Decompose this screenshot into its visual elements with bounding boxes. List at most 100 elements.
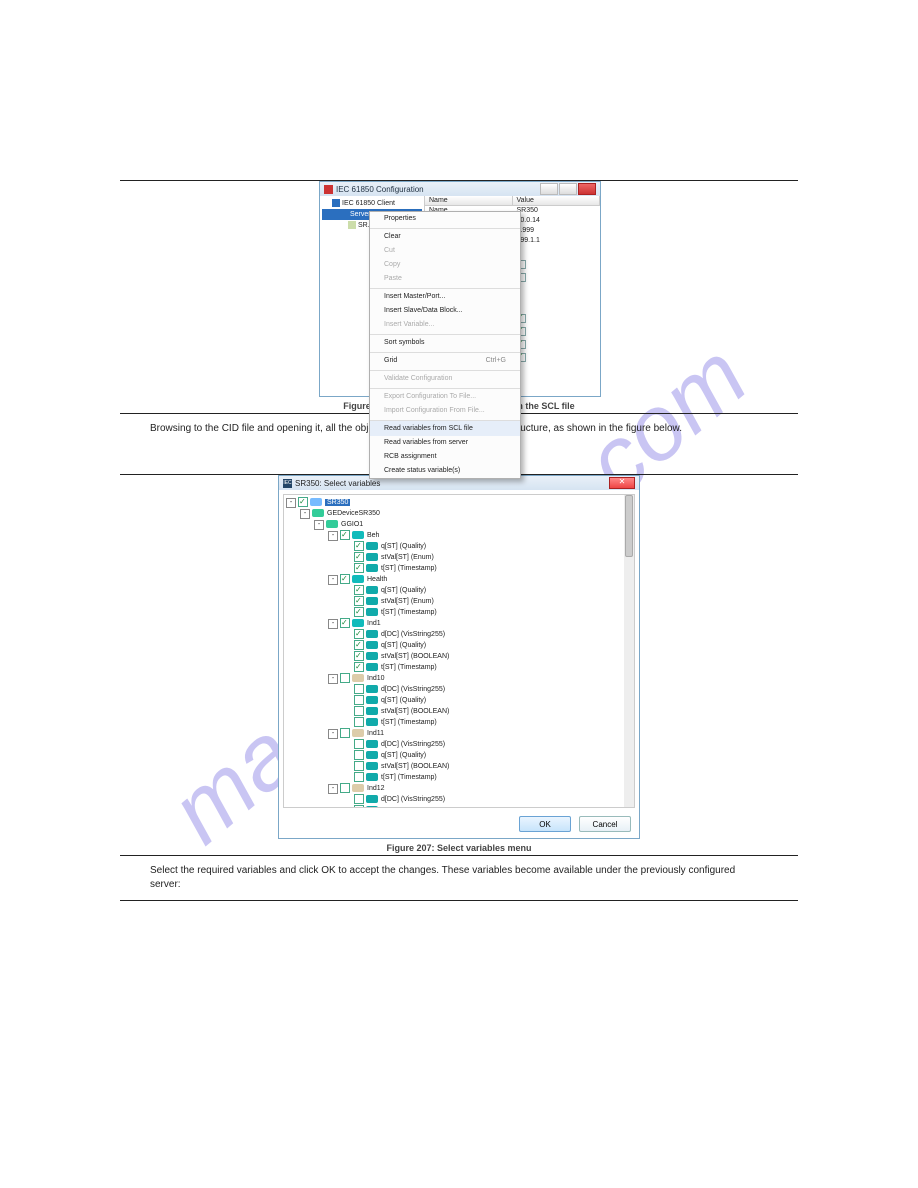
- tree-node[interactable]: -SR350: [286, 497, 632, 508]
- checkbox[interactable]: [354, 684, 364, 694]
- tree-node[interactable]: -Health: [286, 574, 632, 585]
- menu-sort[interactable]: Sort symbols: [370, 334, 520, 350]
- tree-node[interactable]: d[DC] (VisString255): [286, 684, 632, 695]
- tree-node[interactable]: t[ST] (Timestamp): [286, 772, 632, 783]
- checkbox[interactable]: [354, 794, 364, 804]
- attr-icon: [366, 751, 378, 759]
- tree-node[interactable]: q[ST] (Quality): [286, 750, 632, 761]
- checkbox[interactable]: [354, 596, 364, 606]
- menu-create-status[interactable]: Create status variable(s): [370, 464, 520, 478]
- checkbox[interactable]: [354, 585, 364, 595]
- folder-icon: [332, 199, 340, 207]
- tree-label: t[ST] (Timestamp): [381, 609, 437, 616]
- tree-node[interactable]: -Ind1: [286, 618, 632, 629]
- tree-node[interactable]: -Ind10: [286, 673, 632, 684]
- checkbox[interactable]: [354, 563, 364, 573]
- tree-node[interactable]: stVal[ST] (BOOLEAN): [286, 761, 632, 772]
- collapse-icon[interactable]: -: [328, 784, 338, 794]
- checkbox[interactable]: [340, 783, 350, 793]
- checkbox[interactable]: [354, 552, 364, 562]
- tree-node[interactable]: d[DC] (VisString255): [286, 629, 632, 640]
- collapse-icon[interactable]: -: [328, 674, 338, 684]
- ok-button[interactable]: OK: [519, 816, 571, 832]
- scrollbar[interactable]: [624, 495, 634, 807]
- tree-node[interactable]: d[DC] (VisString255): [286, 739, 632, 750]
- tree-node[interactable]: d[DC] (VisString255): [286, 794, 632, 805]
- checkbox[interactable]: [298, 497, 308, 507]
- tree-node[interactable]: stVal[ST] (BOOLEAN): [286, 651, 632, 662]
- tree-node[interactable]: stVal[ST] (BOOLEAN): [286, 706, 632, 717]
- app-icon: [324, 185, 333, 194]
- collapse-icon[interactable]: -: [328, 619, 338, 629]
- tree-label: GGIO1: [341, 521, 363, 528]
- checkbox[interactable]: [354, 761, 364, 771]
- tree-label: d[DC] (VisString255): [381, 796, 445, 803]
- checkbox[interactable]: [354, 640, 364, 650]
- collapse-icon[interactable]: -: [300, 509, 310, 519]
- checkbox[interactable]: [340, 673, 350, 683]
- collapse-icon[interactable]: -: [286, 498, 296, 508]
- maximize-button[interactable]: [559, 183, 577, 195]
- checkbox[interactable]: [354, 662, 364, 672]
- checkbox[interactable]: [354, 695, 364, 705]
- checkbox[interactable]: [354, 607, 364, 617]
- tree-node[interactable]: q[ST] (Quality): [286, 585, 632, 596]
- menu-read-server[interactable]: Read variables from server: [370, 436, 520, 450]
- driver-icon: [348, 221, 356, 229]
- tree-node[interactable]: t[ST] (Timestamp): [286, 607, 632, 618]
- checkbox[interactable]: [354, 541, 364, 551]
- minimize-button[interactable]: [540, 183, 558, 195]
- checkbox[interactable]: [354, 772, 364, 782]
- collapse-icon[interactable]: -: [314, 520, 324, 530]
- checkbox[interactable]: [354, 706, 364, 716]
- tree-node[interactable]: t[ST] (Timestamp): [286, 662, 632, 673]
- checkbox[interactable]: [340, 530, 350, 540]
- scroll-thumb[interactable]: [625, 495, 633, 557]
- checkbox[interactable]: [340, 574, 350, 584]
- collapse-icon[interactable]: -: [328, 575, 338, 585]
- tree-node[interactable]: q[ST] (Quality): [286, 805, 632, 808]
- menu-insert-slave[interactable]: Insert Slave/Data Block...: [370, 304, 520, 318]
- menu-insert-master[interactable]: Insert Master/Port...: [370, 288, 520, 304]
- node-icon: [352, 575, 364, 583]
- tree-label: d[DC] (VisString255): [381, 631, 445, 638]
- checkbox[interactable]: [354, 750, 364, 760]
- tree-node[interactable]: - GEDeviceSR350: [286, 508, 632, 519]
- tree-node[interactable]: q[ST] (Quality): [286, 541, 632, 552]
- tree-node[interactable]: - Ind11: [286, 728, 632, 739]
- var-tree[interactable]: -SR350-GEDeviceSR350-GGIO1-Behq[ST] (Qua…: [283, 494, 635, 808]
- tree-label: GEDeviceSR350: [327, 510, 380, 517]
- node-icon: [352, 619, 364, 627]
- checkbox[interactable]: [340, 728, 350, 738]
- checkbox[interactable]: [340, 618, 350, 628]
- tree-node[interactable]: t[ST] (Timestamp): [286, 563, 632, 574]
- cancel-button[interactable]: Cancel: [579, 816, 631, 832]
- tree-node[interactable]: stVal[ST] (Enum): [286, 552, 632, 563]
- close-button[interactable]: [578, 183, 596, 195]
- tree-node[interactable]: -Ind12: [286, 783, 632, 794]
- menu-read-scl[interactable]: Read variables from SCL file: [370, 420, 520, 436]
- checkbox[interactable]: [354, 717, 364, 727]
- checkbox[interactable]: [354, 651, 364, 661]
- tree-root[interactable]: IEC 61850 Client: [322, 198, 422, 209]
- menu-grid[interactable]: GridCtrl+G: [370, 352, 520, 368]
- tree-node[interactable]: - GGIO1: [286, 519, 632, 530]
- tree-label: Ind11: [367, 730, 384, 737]
- tree-node[interactable]: -Beh: [286, 530, 632, 541]
- attr-icon: [366, 564, 378, 572]
- checkbox[interactable]: [354, 629, 364, 639]
- menu-rcb[interactable]: RCB assignment: [370, 450, 520, 464]
- tree-node[interactable]: q[ST] (Quality): [286, 640, 632, 651]
- collapse-icon[interactable]: -: [328, 531, 338, 541]
- checkbox[interactable]: [354, 739, 364, 749]
- menu-properties[interactable]: Properties: [370, 212, 520, 226]
- menu-clear[interactable]: Clear: [370, 228, 520, 244]
- checkbox[interactable]: [354, 805, 364, 808]
- close-button[interactable]: ✕: [609, 477, 635, 489]
- titlebar[interactable]: IEC 61850 Configuration: [320, 182, 600, 196]
- collapse-icon[interactable]: -: [328, 729, 338, 739]
- context-menu: Properties Clear Cut Copy Paste Insert M…: [369, 211, 521, 479]
- tree-node[interactable]: q[ST] (Quality): [286, 695, 632, 706]
- tree-node[interactable]: t[ST] (Timestamp): [286, 717, 632, 728]
- tree-node[interactable]: stVal[ST] (Enum): [286, 596, 632, 607]
